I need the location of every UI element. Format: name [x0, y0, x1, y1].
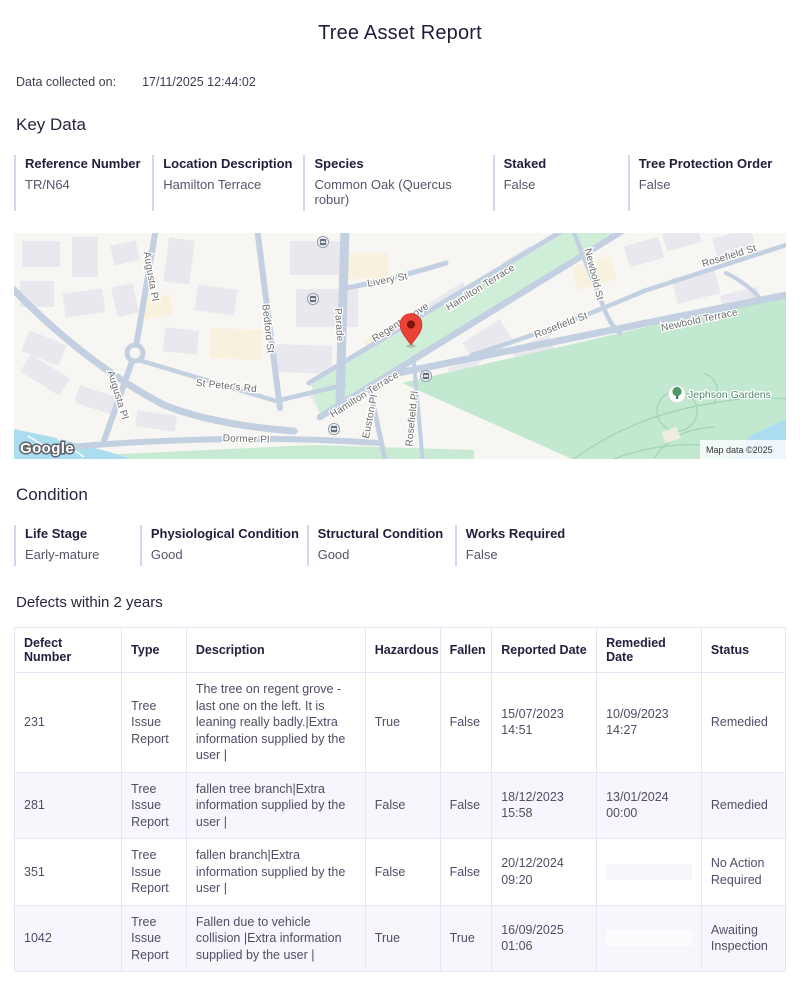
field-label: Life Stage: [25, 526, 130, 541]
cell-reported-date: 15/07/2023 14:51: [492, 673, 597, 773]
page-title: Tree Asset Report: [14, 22, 786, 45]
field-works-required: Works Required False: [455, 525, 786, 566]
table-header-row: Defect Number Type Description Hazardous…: [15, 628, 786, 673]
cell-description: Fallen due to vehicle collision |Extra i…: [186, 905, 365, 972]
field-value: TR/N64: [25, 177, 142, 192]
cell-description: fallen branch|Extra information supplied…: [186, 839, 365, 906]
cell-reported-date: 16/09/2025 01:06: [492, 905, 597, 972]
col-reported-date: Reported Date: [492, 628, 597, 673]
col-fallen: Fallen: [440, 628, 492, 673]
field-label: Location Description: [163, 156, 293, 171]
field-label: Reference Number: [25, 156, 142, 171]
field-label: Species: [314, 156, 482, 171]
cell-description: The tree on regent grove - last one on t…: [186, 673, 365, 773]
cell-status: No Action Required: [701, 839, 785, 906]
field-value: Good: [318, 547, 445, 562]
col-description: Description: [186, 628, 365, 673]
report-page: Tree Asset Report Data collected on: 17/1…: [0, 0, 800, 1002]
field-reference-number: Reference Number TR/N64: [14, 155, 152, 211]
cell-type: Tree Issue Report: [122, 673, 187, 773]
key-data-fields: Reference Number TR/N64 Location Descrip…: [14, 155, 786, 211]
cell-fallen: False: [440, 673, 492, 773]
cell-type: Tree Issue Report: [122, 839, 187, 906]
street-label: Parade: [332, 308, 345, 342]
cell-fallen: False: [440, 839, 492, 906]
cell-reported-date: 20/12/2024 09:20: [492, 839, 597, 906]
bus-stop-icon: [329, 424, 340, 435]
cell-hazardous: False: [365, 772, 440, 839]
field-value: False: [504, 177, 618, 192]
defects-table: Defect Number Type Description Hazardous…: [14, 627, 786, 972]
field-physiological-condition: Physiological Condition Good: [140, 525, 307, 566]
key-data-heading: Key Data: [16, 115, 784, 135]
table-row: 1042 Tree Issue Report Fallen due to veh…: [15, 905, 786, 972]
bus-stop-icon: [421, 371, 432, 382]
cell-remedied-date: [597, 905, 702, 972]
cell-defect-number: 281: [15, 772, 122, 839]
field-value: Good: [151, 547, 297, 562]
cell-type: Tree Issue Report: [122, 905, 187, 972]
cell-fallen: False: [440, 772, 492, 839]
field-label: Staked: [504, 156, 618, 171]
cell-status: Awaiting Inspection: [701, 905, 785, 972]
defects-heading: Defects within 2 years: [16, 594, 784, 611]
col-type: Type: [122, 628, 187, 673]
field-value: Early-mature: [25, 547, 130, 562]
field-label: Tree Protection Order: [639, 156, 776, 171]
field-tree-protection-order: Tree Protection Order False: [628, 155, 786, 211]
cell-remedied-date: 13/01/2024 00:00: [597, 772, 702, 839]
table-row: 231 Tree Issue Report The tree on regent…: [15, 673, 786, 773]
cell-remedied-date: [597, 839, 702, 906]
table-row: 281 Tree Issue Report fallen tree branch…: [15, 772, 786, 839]
cell-description: fallen tree branch|Extra information sup…: [186, 772, 365, 839]
cell-defect-number: 231: [15, 673, 122, 773]
park-label: Jephson Gardens: [688, 389, 771, 401]
col-status: Status: [701, 628, 785, 673]
field-label: Structural Condition: [318, 526, 445, 541]
field-staked: Staked False: [493, 155, 628, 211]
cell-remedied-date: 10/09/2023 14:27: [597, 673, 702, 773]
table-row: 351 Tree Issue Report fallen branch|Extr…: [15, 839, 786, 906]
data-collected-row: Data collected on: 17/11/2025 12:44:02: [16, 75, 784, 89]
cell-hazardous: True: [365, 673, 440, 773]
condition-heading: Condition: [16, 485, 784, 505]
field-label: Physiological Condition: [151, 526, 297, 541]
cell-defect-number: 351: [15, 839, 122, 906]
street-label: Dormer Pl: [223, 433, 270, 446]
condition-fields: Life Stage Early-mature Physiological Co…: [14, 525, 786, 566]
cell-reported-date: 18/12/2023 15:58: [492, 772, 597, 839]
empty-value-placeholder: [606, 930, 692, 946]
field-species: Species Common Oak (Quercus robur): [303, 155, 492, 211]
col-remedied-date: Remedied Date: [597, 628, 702, 673]
google-logo: Google: [20, 440, 74, 457]
bus-stop-icon: [308, 294, 319, 305]
field-label: Works Required: [466, 526, 776, 541]
bus-stop-icon: [318, 237, 329, 248]
cell-hazardous: True: [365, 905, 440, 972]
roundabout: [127, 345, 143, 361]
map-attribution: Map data ©2025: [706, 445, 773, 455]
cell-status: Remedied: [701, 673, 785, 773]
field-location-description: Location Description Hamilton Terrace: [152, 155, 303, 211]
location-map[interactable]: Augusta PlAugusta PlBedford StLivery StP…: [14, 233, 786, 459]
col-hazardous: Hazardous: [365, 628, 440, 673]
field-structural-condition: Structural Condition Good: [307, 525, 455, 566]
field-value: Hamilton Terrace: [163, 177, 293, 192]
field-value: Common Oak (Quercus robur): [314, 177, 482, 207]
empty-value-placeholder: [606, 864, 692, 880]
cell-hazardous: False: [365, 839, 440, 906]
park-tree-icon: [669, 386, 686, 403]
cell-status: Remedied: [701, 772, 785, 839]
field-value: False: [639, 177, 776, 192]
cell-defect-number: 1042: [15, 905, 122, 972]
cell-type: Tree Issue Report: [122, 772, 187, 839]
col-defect-number: Defect Number: [15, 628, 122, 673]
data-collected-label: Data collected on:: [16, 75, 116, 89]
cell-fallen: True: [440, 905, 492, 972]
field-life-stage: Life Stage Early-mature: [14, 525, 140, 566]
data-collected-value: 17/11/2025 12:44:02: [142, 75, 256, 89]
field-value: False: [466, 547, 776, 562]
